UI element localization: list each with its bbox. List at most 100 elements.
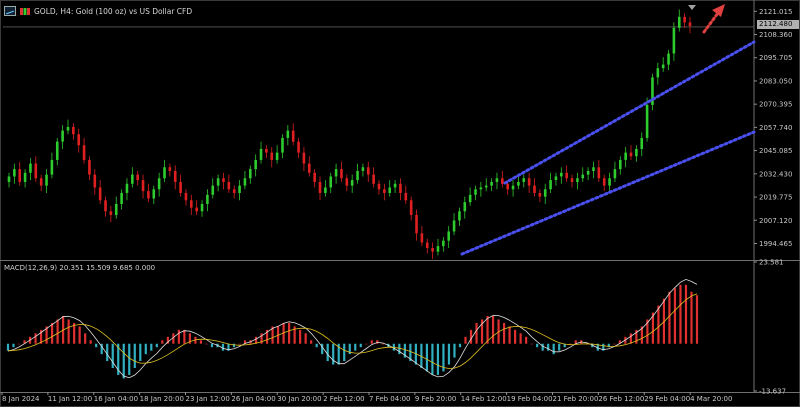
macd-histogram-bar <box>684 284 688 344</box>
macd-histogram-bar <box>668 291 671 344</box>
candle-body <box>55 141 59 160</box>
macd-histogram-bar <box>525 336 528 344</box>
time-tick-label: 8 Jan 2024 <box>2 395 40 403</box>
candle-body <box>458 211 461 221</box>
price-tick-label: 2095.705 <box>759 54 792 62</box>
candle-body <box>688 22 692 27</box>
candle-body <box>495 178 499 182</box>
macd-histogram-bar <box>95 343 98 348</box>
candle-body <box>517 181 520 186</box>
candle-body <box>206 194 209 204</box>
candle-body <box>109 211 113 215</box>
candle-body <box>93 174 97 188</box>
candle-body <box>77 134 81 146</box>
candle-body <box>195 207 198 212</box>
candle-body <box>152 189 156 199</box>
candle-body <box>125 183 129 193</box>
candle-body <box>490 181 493 186</box>
candle-body <box>254 159 257 170</box>
macd-histogram-bar <box>695 295 699 344</box>
candle-body <box>592 167 595 171</box>
chart-canvas[interactable]: 2121.015 2108.360 2095.705 2083.050 2070.395… <box>0 0 800 407</box>
candle-body <box>297 141 300 153</box>
macd-histogram-bar <box>486 316 489 344</box>
candle-body <box>265 148 268 153</box>
candle-body <box>409 200 413 215</box>
macd-histogram-bar <box>458 343 462 348</box>
macd-histogram-bar <box>161 340 164 344</box>
candle-body <box>88 159 91 175</box>
macd-histogram-bar <box>315 343 318 348</box>
candle-body <box>238 185 241 193</box>
time-tick-label: 18 Jan 20:00 <box>140 395 184 403</box>
candle-body <box>501 178 504 184</box>
candle-body <box>522 178 526 182</box>
candle-body <box>383 189 386 193</box>
macd-histogram-bar <box>238 343 241 345</box>
price-tick-label: 2057.740 <box>759 124 792 132</box>
candle-body <box>334 169 338 177</box>
candle-body <box>452 220 456 232</box>
candle-body <box>13 169 16 177</box>
macd-histogram-bar <box>133 343 136 368</box>
price-tick-label: 2070.395 <box>759 101 792 109</box>
macd-histogram-bar <box>447 343 451 365</box>
candle-body <box>72 126 75 135</box>
macd-signal-line <box>7 293 698 369</box>
macd-histogram-bar <box>381 343 384 345</box>
macd-histogram-bar <box>111 343 114 368</box>
macd-histogram-bar <box>6 343 10 351</box>
macd-histogram-bar <box>139 343 142 362</box>
time-tick-label: 2 Feb 12:00 <box>323 395 364 403</box>
time-tick-label: 21 Feb 20:00 <box>553 395 599 403</box>
macd-histogram-bar <box>547 343 550 351</box>
candle-body <box>340 169 343 179</box>
macd-histogram-bar <box>17 343 21 345</box>
macd-histogram-bar <box>326 343 329 362</box>
channel-upper-line <box>503 40 756 185</box>
time-tick-label: 9 Feb 20:00 <box>415 395 456 403</box>
macd-histogram-bar <box>177 329 180 344</box>
candle-body <box>136 174 139 181</box>
candle-body <box>511 185 515 190</box>
macd-histogram-bar <box>613 343 616 345</box>
candle-body <box>291 130 295 142</box>
candle-body <box>232 189 236 193</box>
candle-body <box>131 174 134 184</box>
candle-body <box>667 53 670 65</box>
candle-body <box>61 130 64 142</box>
candle-body <box>618 159 622 170</box>
macd-histogram-bar <box>12 343 15 348</box>
candle-body <box>366 167 370 175</box>
candle-body <box>425 242 429 248</box>
candle-body <box>656 68 660 78</box>
macd-histogram-bar <box>469 329 473 344</box>
candle-body <box>431 247 434 252</box>
candle-body <box>640 137 644 149</box>
macd-histogram-bar <box>370 340 373 344</box>
candle-body <box>329 176 333 188</box>
candle-body <box>281 137 284 153</box>
macd-histogram-bar <box>464 336 467 344</box>
price-tick-label: 2045.085 <box>759 147 792 155</box>
candle-body <box>356 170 359 181</box>
current-price-tag: 2112.480 <box>757 20 799 29</box>
macd-indicator-label: MACD(12,26,9) 20.351 15.509 9.685 0.000 <box>4 264 156 272</box>
macd-histogram-bar <box>199 340 203 344</box>
macd-histogram-bar <box>56 319 59 344</box>
candle-body <box>613 169 617 179</box>
candle-body <box>661 64 665 69</box>
candle-body <box>415 214 418 234</box>
candle-body <box>560 172 563 177</box>
price-tick-label: 2032.430 <box>759 170 792 178</box>
candle-body <box>420 233 424 243</box>
candle-body <box>23 172 27 182</box>
macd-tick-label: 23.581 <box>759 259 784 267</box>
candle-body <box>399 183 402 193</box>
candle-body <box>141 180 145 192</box>
macd-histogram-bar <box>552 343 555 355</box>
time-tick-label: 26 Feb 12:00 <box>598 395 644 403</box>
price-tick-label: 1994.465 <box>759 240 792 248</box>
candle-body <box>527 178 531 186</box>
macd-histogram-bar <box>343 343 346 362</box>
